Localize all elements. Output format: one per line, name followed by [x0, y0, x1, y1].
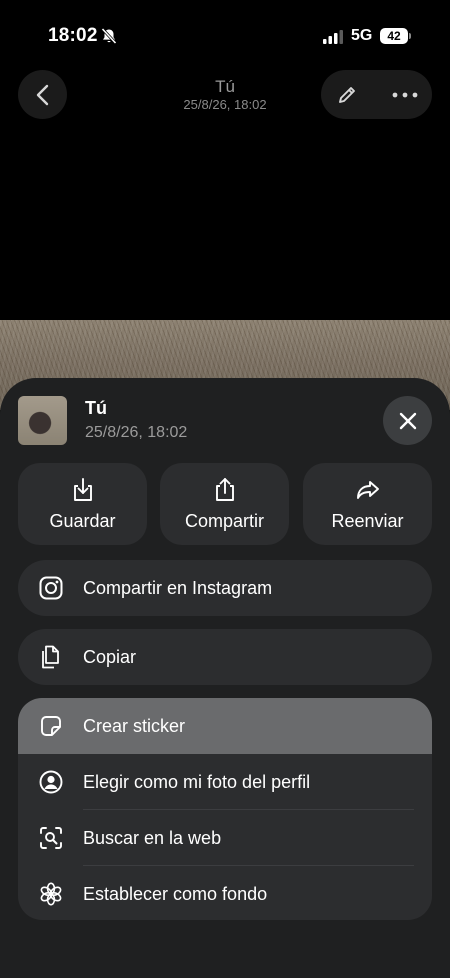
forward-label: Reenviar: [331, 511, 404, 531]
save-label: Guardar: [49, 511, 116, 531]
signal-icon: [323, 30, 343, 44]
share-button[interactable]: Compartir: [160, 463, 289, 545]
status-time: 18:02: [48, 25, 98, 46]
more-options-button[interactable]: [379, 70, 431, 119]
sheet-title: Tú: [85, 398, 107, 418]
sticker-icon: [41, 716, 61, 736]
pencil-icon: [339, 86, 355, 103]
edit-button[interactable]: [321, 70, 373, 119]
status-bar: 18:02 5G 42: [0, 0, 450, 72]
copy-item[interactable]: Copiar: [18, 629, 432, 685]
flower-icon: [40, 882, 62, 906]
copy-icon: [42, 645, 59, 669]
battery-tip: [408, 33, 411, 39]
create-sticker-item[interactable]: Crear sticker: [18, 698, 432, 754]
share-icon: [215, 478, 234, 501]
copy-label: Copiar: [83, 647, 137, 667]
options-group: Crear sticker Elegir como mi foto del pe…: [18, 698, 432, 920]
ellipsis-icon: [392, 92, 418, 97]
header-actions: [321, 70, 432, 119]
profile-icon: [39, 770, 63, 794]
photo-thumbnail: [18, 396, 67, 445]
battery-indicator: 42: [380, 28, 411, 44]
instagram-icon: [39, 576, 63, 600]
bell-muted-icon: [101, 27, 117, 45]
forward-icon: [356, 481, 379, 499]
visual-search-icon: [40, 827, 62, 849]
share-instagram-item[interactable]: Compartir en Instagram: [18, 560, 432, 616]
network-label: 5G: [351, 27, 373, 44]
search-web-item[interactable]: Buscar en la web: [18, 810, 432, 866]
download-icon: [73, 478, 92, 501]
action-sheet: Tú 25/8/26, 18:02 Guardar Compartir Reen…: [0, 378, 450, 978]
save-button[interactable]: Guardar: [18, 463, 147, 545]
close-button[interactable]: [383, 396, 432, 445]
share-instagram-label: Compartir en Instagram: [83, 578, 273, 598]
set-profile-photo-label: Elegir como mi foto del perfil: [83, 772, 311, 792]
sheet-subtitle: 25/8/26, 18:02: [85, 424, 188, 441]
set-profile-photo-item[interactable]: Elegir como mi foto del perfil: [18, 754, 432, 810]
set-wallpaper-item[interactable]: Establecer como fondo: [18, 866, 432, 920]
create-sticker-label: Crear sticker: [83, 716, 186, 736]
battery-level: 42: [380, 28, 408, 44]
share-label: Compartir: [184, 511, 264, 531]
forward-button[interactable]: Reenviar: [303, 463, 432, 545]
search-web-label: Buscar en la web: [83, 828, 222, 848]
set-wallpaper-label: Establecer como fondo: [83, 884, 268, 904]
close-icon: [399, 412, 416, 429]
